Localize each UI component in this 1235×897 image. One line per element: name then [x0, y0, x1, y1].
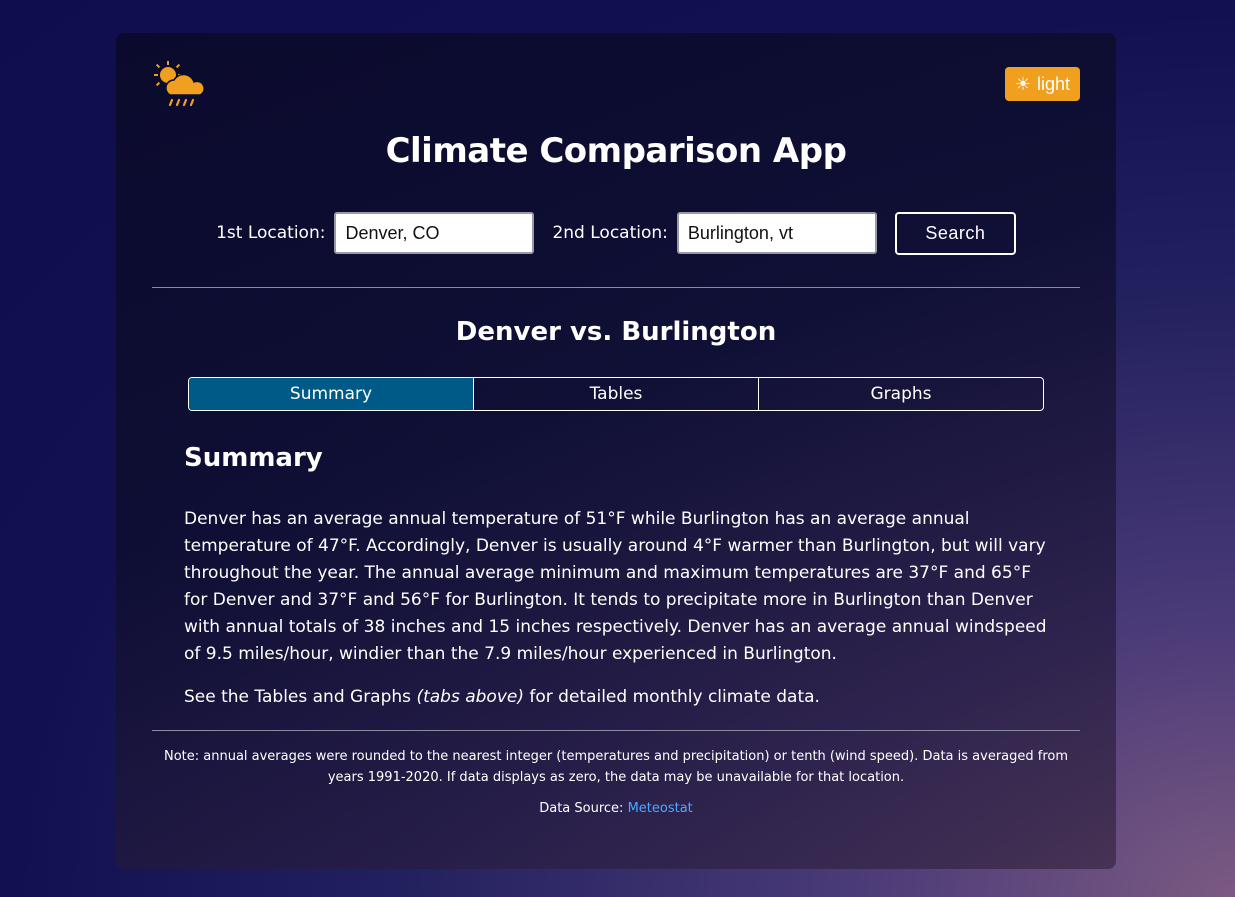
tab-summary[interactable]: Summary: [189, 378, 474, 410]
tab-tables[interactable]: Tables: [474, 378, 759, 410]
theme-toggle-label: light: [1036, 73, 1070, 94]
sun-cloud-rain-icon: [154, 61, 205, 107]
see-tabs-emphasis: (tabs above): [416, 687, 524, 707]
data-source-label: Data Source:: [539, 801, 628, 816]
location2-input[interactable]: [676, 212, 877, 254]
main-card: ☀ light Climate Comparison App 1st Locat…: [116, 33, 1116, 869]
tab-graphs[interactable]: Graphs: [759, 378, 1043, 410]
location1-label: 1st Location:: [216, 223, 326, 243]
meteostat-link[interactable]: Meteostat: [628, 801, 693, 816]
tab-bar: Summary Tables Graphs: [188, 377, 1044, 411]
data-source: Data Source: Meteostat: [116, 801, 1116, 816]
sun-icon: ☀: [1014, 74, 1031, 94]
see-tabs-prefix: See the Tables and Graphs: [184, 687, 417, 707]
see-tabs-suffix: for detailed monthly climate data.: [523, 687, 820, 707]
page-title: Climate Comparison App: [385, 131, 847, 171]
location1-input[interactable]: [334, 212, 535, 254]
theme-toggle-button[interactable]: ☀ light: [1004, 67, 1080, 101]
search-button[interactable]: Search: [894, 211, 1016, 255]
see-tabs-note: See the Tables and Graphs (tabs above) f…: [184, 684, 1050, 711]
summary-paragraph: Denver has an average annual temperature…: [184, 509, 1047, 664]
divider: [152, 730, 1080, 731]
location2-label: 2nd Location:: [552, 223, 668, 243]
footer-note: Note: annual averages were rounded to th…: [163, 749, 1069, 785]
search-form: 1st Location: 2nd Location: Search: [116, 211, 1116, 255]
summary-heading: Summary: [184, 443, 323, 473]
comparison-title: Denver vs. Burlington: [455, 317, 777, 347]
divider: [152, 287, 1080, 288]
